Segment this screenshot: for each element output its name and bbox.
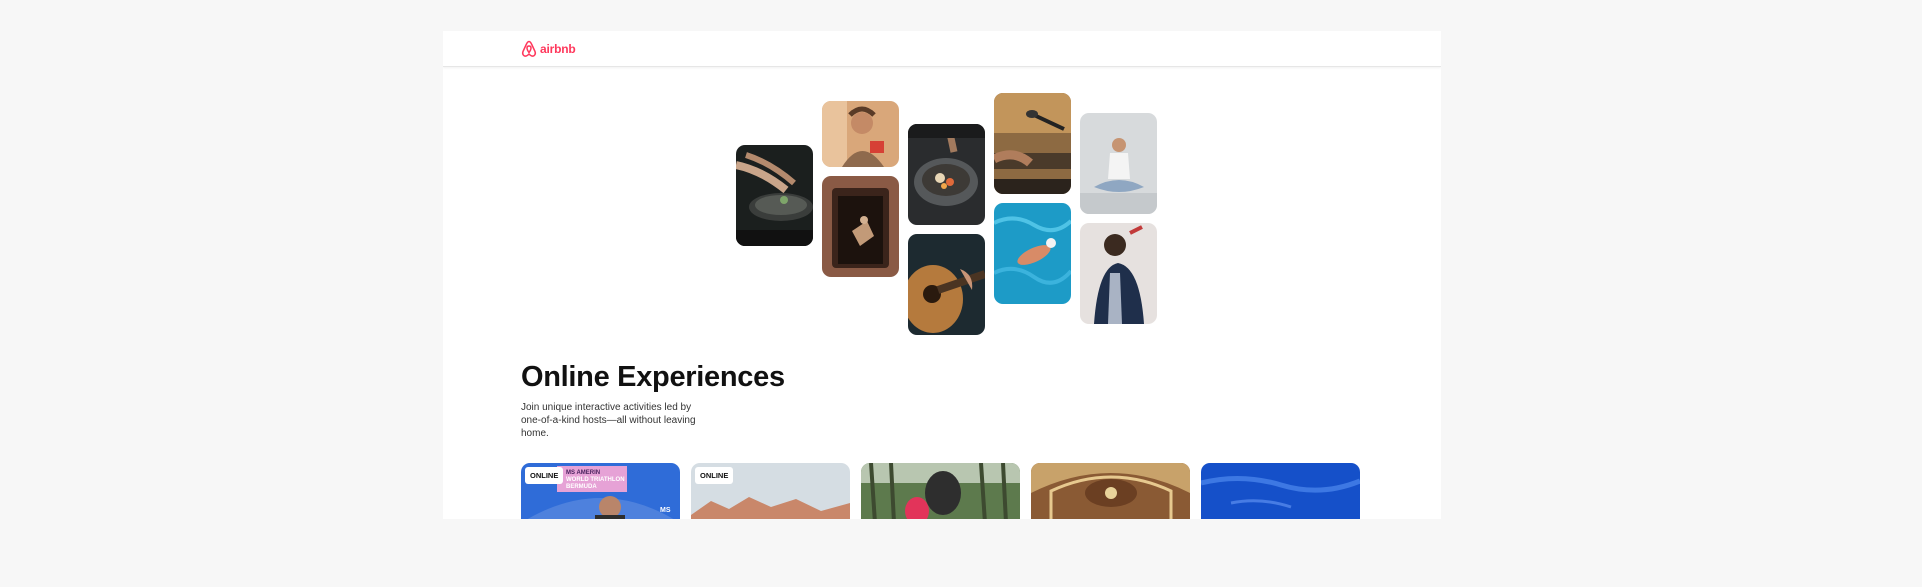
online-badge: ONLINE — [525, 467, 564, 484]
sign-line-1: MS AMERIN — [566, 470, 600, 476]
photo-meditation-yoga[interactable] — [1080, 113, 1157, 214]
experience-card-forest[interactable] — [861, 463, 1020, 519]
page-subtitle: Join unique interactive activities led b… — [521, 402, 696, 439]
experience-card-ocean[interactable] — [1201, 463, 1360, 519]
photo-singer-with-microphone[interactable] — [1080, 223, 1157, 324]
photo-drum-microphone[interactable] — [994, 93, 1071, 194]
experience-card-mountains[interactable]: ONLINE — [691, 463, 850, 519]
sign-line-3: BERMUDA — [566, 484, 597, 490]
photo-swimmer-in-pool[interactable] — [994, 203, 1071, 304]
ms-corner-text: MS — [660, 507, 671, 514]
photo-cooking-pan[interactable] — [736, 145, 813, 246]
experience-card-triathlon[interactable]: MS AMERIN WORLD TRIATHLON BERMUDA MS ONL… — [521, 463, 680, 519]
photo-food-bowl[interactable] — [908, 124, 985, 225]
online-badge: ONLINE — [695, 467, 734, 484]
page: airbnb Online Experiences Join unique in… — [443, 31, 1441, 519]
experience-card-row: MS AMERIN WORLD TRIATHLON BERMUDA MS ONL… — [521, 463, 1361, 519]
photo-guitar-player[interactable] — [908, 234, 985, 335]
photo-woman-with-product[interactable] — [822, 101, 899, 167]
photo-performer-in-doorway[interactable] — [822, 176, 899, 277]
experience-card-cathedral[interactable] — [1031, 463, 1190, 519]
page-title: Online Experiences — [521, 361, 785, 393]
experience-photo-collage — [443, 31, 1441, 341]
sign-line-2: WORLD TRIATHLON — [566, 477, 625, 483]
